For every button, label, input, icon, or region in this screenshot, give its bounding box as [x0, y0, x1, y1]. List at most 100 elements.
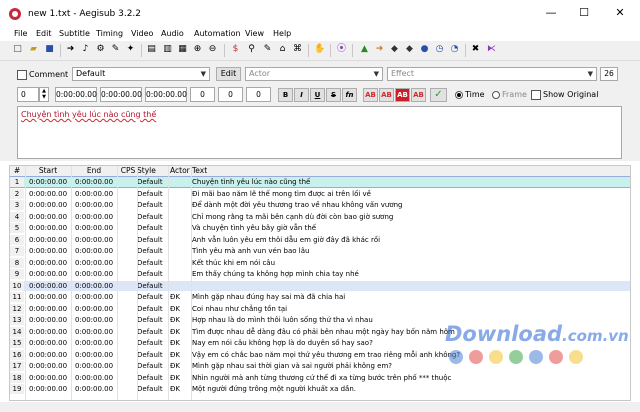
table-row[interactable]: 18 0:00:00.00 0:00:00.00 Default ĐK Nhìn ngườ…: [10, 372, 630, 383]
kanji-timer-icon[interactable]: ◆: [389, 44, 400, 55]
clock-icon[interactable]: ◷: [434, 44, 445, 55]
cell-text: Một người đứng trông một người khuất xa …: [192, 385, 356, 393]
menu-view[interactable]: View: [245, 29, 264, 38]
styles-manager-icon[interactable]: $: [230, 44, 241, 55]
strikeout-button[interactable]: S: [326, 88, 341, 102]
open-audio-icon[interactable]: ♪: [80, 44, 91, 55]
cell-cps: [118, 281, 138, 291]
menu-help[interactable]: Help: [273, 29, 291, 38]
duration-field[interactable]: 0:00:00.00: [145, 87, 187, 102]
primary-color-button[interactable]: AB: [363, 88, 378, 102]
outline-color-button[interactable]: AB: [395, 88, 410, 102]
jump-to-video-icon[interactable]: ▤: [146, 44, 157, 55]
table-row[interactable]: 6 0:00:00.00 0:00:00.00 Default Anh vẫn luôn…: [10, 234, 630, 245]
jump-end-icon[interactable]: ▦: [177, 44, 188, 55]
table-row[interactable]: 19 0:00:00.00 0:00:00.00 Default ĐK Một người…: [10, 384, 630, 394]
bold-button[interactable]: B: [278, 88, 293, 102]
jump-start-icon[interactable]: ▥: [162, 44, 173, 55]
cell-row-number: 3: [10, 200, 24, 210]
secondary-color-button[interactable]: AB: [379, 88, 394, 102]
cell-actor: ĐK: [170, 327, 181, 336]
table-row[interactable]: 1 0:00:00.00 0:00:00.00 Default Chuyện tình …: [10, 176, 630, 188]
edit-style-button[interactable]: Edit: [216, 67, 241, 81]
spell-checker-icon[interactable]: ⌘: [292, 44, 303, 55]
col-header-end[interactable]: End: [72, 166, 116, 176]
cell-style: Default: [137, 339, 163, 347]
font-button[interactable]: fn: [342, 88, 357, 102]
table-row[interactable]: 3 0:00:00.00 0:00:00.00 Default Để dành một …: [10, 200, 630, 210]
watermark-dots: [449, 350, 589, 366]
save-icon[interactable]: ■: [44, 44, 55, 55]
cell-row-number: 2: [10, 188, 24, 199]
commit-check-icon[interactable]: ✓: [430, 88, 447, 102]
shift-times-icon[interactable]: ▲: [359, 44, 370, 55]
style-dropdown[interactable]: Default ▼: [72, 67, 210, 81]
snap-icon[interactable]: ◆: [404, 44, 415, 55]
show-original-checkbox[interactable]: [531, 90, 541, 100]
minimize-button[interactable]: —: [535, 4, 567, 22]
close-button[interactable]: ✕: [604, 4, 636, 22]
open-video-icon[interactable]: ➜: [65, 44, 76, 55]
col-header-actor[interactable]: Actor: [170, 166, 192, 176]
table-row[interactable]: 10 0:00:00.00 0:00:00.00 Default: [10, 280, 630, 291]
zoom-in-icon[interactable]: ⊕: [192, 44, 203, 55]
col-header-number[interactable]: #: [10, 166, 24, 176]
cell-row-number: 16: [10, 349, 24, 360]
menu-automation[interactable]: Automation: [194, 29, 241, 38]
menu-edit[interactable]: Edit: [36, 29, 52, 38]
timing-post-processor-icon[interactable]: ➜: [374, 44, 385, 55]
macro-icon[interactable]: ⧔: [486, 44, 497, 55]
table-row[interactable]: 2 0:00:00.00 0:00:00.00 Default Đi mãi bao n…: [10, 188, 630, 199]
assistant-icon[interactable]: ✋: [314, 44, 325, 55]
actor-field[interactable]: Actor ▼: [245, 67, 383, 81]
effect-field[interactable]: Effect ▼: [387, 67, 597, 81]
col-header-text[interactable]: Text: [192, 166, 628, 176]
cell-cps: [118, 327, 138, 337]
table-row[interactable]: 9 0:00:00.00 0:00:00.00 Default Em thấy chún…: [10, 269, 630, 279]
margin-vertical-field[interactable]: 0: [246, 87, 271, 102]
layer-spinner[interactable]: 0: [17, 87, 39, 102]
zoom-out-icon[interactable]: ⊖: [207, 44, 218, 55]
subtitle-text-editor[interactable]: Chuyện tình yêu lúc nào cũng thế: [17, 106, 622, 159]
table-row[interactable]: 12 0:00:00.00 0:00:00.00 Default ĐK Coi nhau …: [10, 303, 630, 314]
automation-icon[interactable]: ⦿: [336, 44, 347, 55]
properties-icon[interactable]: ⚙: [95, 44, 106, 55]
options-icon[interactable]: ✖: [470, 44, 481, 55]
new-file-icon[interactable]: □: [12, 44, 23, 55]
attachments-icon[interactable]: ✦: [125, 44, 136, 55]
timer-icon[interactable]: ◔: [449, 44, 460, 55]
margin-right-field[interactable]: 0: [218, 87, 243, 102]
table-row[interactable]: 4 0:00:00.00 0:00:00.00 Default Chỉ mong rằn…: [10, 211, 630, 222]
maximize-button[interactable]: ☐: [568, 4, 600, 22]
col-header-start[interactable]: Start: [26, 166, 70, 176]
underline-button[interactable]: U: [310, 88, 325, 102]
table-row[interactable]: 7 0:00:00.00 0:00:00.00 Default Tình yêu mà …: [10, 246, 630, 256]
shadow-color-button[interactable]: AB: [411, 88, 426, 102]
cell-start-time: 0:00:00.00: [28, 293, 68, 301]
table-row[interactable]: 8 0:00:00.00 0:00:00.00 Default Kết thúc khi…: [10, 257, 630, 268]
menu-subtitle[interactable]: Subtitle: [59, 29, 90, 38]
menu-audio[interactable]: Audio: [161, 29, 184, 38]
layer-stepper[interactable]: ▲ ▼: [39, 87, 49, 102]
col-header-cps[interactable]: CPS: [118, 166, 138, 176]
jump-icon[interactable]: ●: [419, 44, 430, 55]
table-row[interactable]: 11 0:00:00.00 0:00:00.00 Default ĐK Mình gặp …: [10, 292, 630, 302]
menu-file[interactable]: File: [14, 29, 27, 38]
comment-checkbox[interactable]: [17, 70, 27, 80]
fonts-collector-icon[interactable]: ✎: [110, 44, 121, 55]
menu-timing[interactable]: Timing: [96, 29, 123, 38]
time-radio[interactable]: [455, 91, 463, 99]
margin-left-field[interactable]: 0: [190, 87, 215, 102]
resample-icon[interactable]: ⌂: [277, 44, 288, 55]
table-row[interactable]: 5 0:00:00.00 0:00:00.00 Default Và chuyện tì…: [10, 223, 630, 233]
translation-assistant-icon[interactable]: ✎: [262, 44, 273, 55]
styling-assistant-icon[interactable]: ⚲: [246, 44, 257, 55]
open-folder-icon[interactable]: ▰: [28, 44, 39, 55]
menu-video[interactable]: Video: [131, 29, 153, 38]
italic-button[interactable]: I: [294, 88, 309, 102]
col-header-style[interactable]: Style: [137, 166, 167, 176]
frame-radio[interactable]: [492, 91, 500, 99]
cell-cps: [118, 361, 138, 371]
start-time-field[interactable]: 0:00:00.00: [55, 87, 97, 102]
end-time-field[interactable]: 0:00:00.00: [100, 87, 142, 102]
